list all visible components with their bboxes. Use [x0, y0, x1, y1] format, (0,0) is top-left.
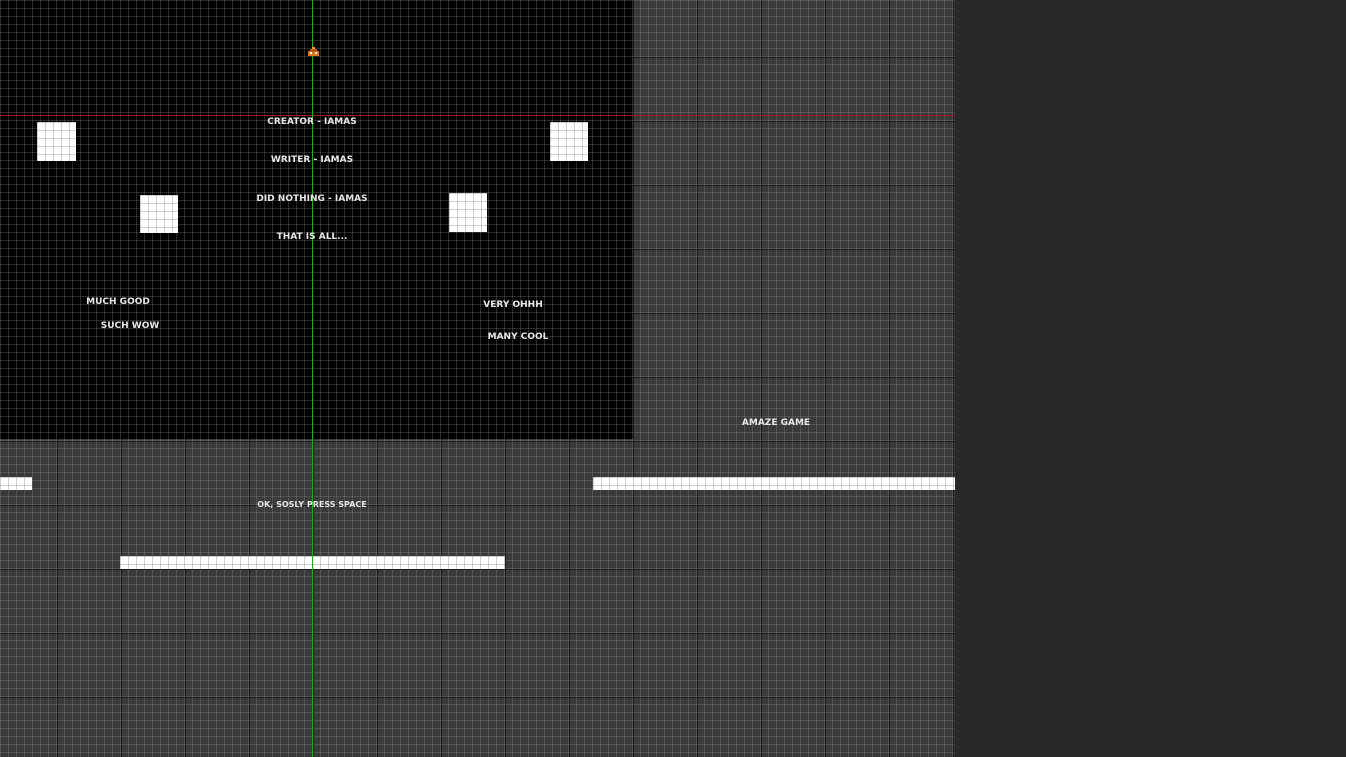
empty-side-panel: [955, 0, 1346, 757]
platform-right: [593, 477, 978, 490]
press-space-prompt: OK, SOSLY PRESS SPACE: [257, 500, 367, 509]
platform-left-edge: [0, 477, 32, 490]
credit-that-is-all: THAT IS ALL...: [276, 232, 348, 242]
label-much-good: MUCH GOOD: [86, 297, 150, 307]
credit-writer: WRITER - IAMAS: [270, 155, 354, 165]
block-mid-right: [449, 193, 487, 232]
block-top-left: [37, 122, 76, 161]
x-axis-line: [0, 115, 955, 116]
label-such-wow: SUCH WOW: [100, 321, 160, 331]
label-many-cool: MANY COOL: [487, 332, 549, 342]
label-amaze-game: AMAZE GAME: [741, 418, 811, 428]
game-viewport[interactable]: CREATOR - IAMAS WRITER - IAMAS DID NOTHI…: [0, 0, 1346, 757]
credit-creator: CREATOR - IAMAS: [267, 117, 357, 127]
credits-room: [0, 0, 633, 439]
credit-did-nothing: DID NOTHING - IAMAS: [256, 194, 368, 204]
block-mid-left: [140, 195, 178, 233]
label-very-ohhh: VERY OHHH: [483, 300, 543, 310]
block-top-right: [550, 122, 588, 161]
player-sprite-icon[interactable]: [308, 47, 319, 57]
y-axis-line: [312, 0, 313, 757]
